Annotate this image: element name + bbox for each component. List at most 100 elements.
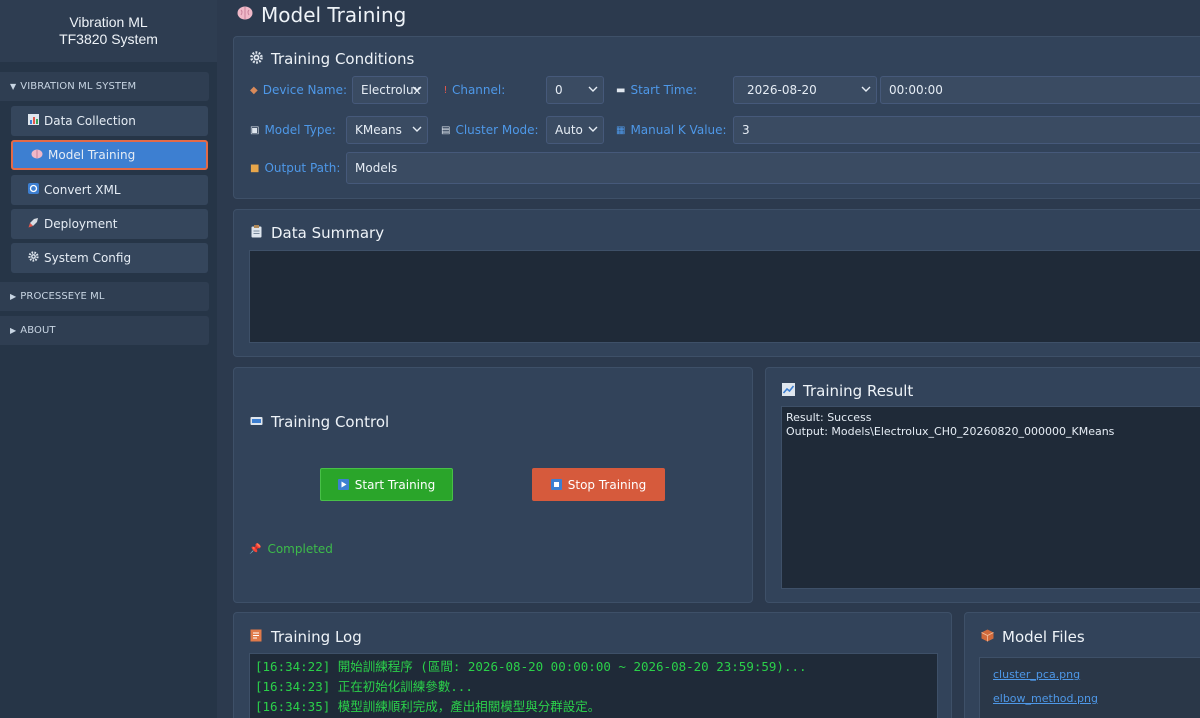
folder-icon: ■ (250, 162, 260, 174)
caret-right-icon: ▶ (10, 292, 17, 301)
package-icon (980, 629, 994, 645)
sidebar-group-processeye-ml[interactable]: ▶ PROCESSEYE ML (0, 282, 209, 311)
main-content: Model Training Training Conditions ◆ Dev… (217, 0, 1200, 718)
data-summary-panel: Data Summary (233, 209, 1200, 357)
sidebar-item-label: Convert XML (44, 183, 121, 197)
panel-title-text: Training Log (271, 628, 362, 646)
pin-icon: ǃ (444, 84, 447, 96)
pushpin-icon: 📌 (249, 543, 262, 555)
sidebar-item-label: Model Training (48, 148, 136, 162)
panel-title-training-conditions: Training Conditions (249, 50, 414, 68)
panel-title-training-control: Training Control (249, 413, 389, 431)
stop-icon (550, 479, 562, 490)
panel-title-text: Training Result (803, 382, 914, 400)
select-value: KMeans (355, 123, 402, 137)
numbers-icon: ▦ (616, 124, 626, 136)
button-label: Start Training (354, 477, 436, 492)
model-files-list: cluster_pca.png elbow_method.png (979, 657, 1200, 718)
training-conditions-panel: Training Conditions ◆ Device Name: Elect… (233, 36, 1200, 199)
cluster-mode-label: ▤ Cluster Mode: (441, 116, 539, 144)
chevron-down-icon (588, 126, 598, 132)
keyboard-icon (249, 415, 263, 429)
tag-icon: ◆ (250, 84, 258, 96)
date-value: 2026-08-20 (747, 83, 817, 97)
model-file-link[interactable]: elbow_method.png (993, 687, 1195, 711)
panel-title-text: Data Summary (271, 224, 385, 242)
device-name-label: ◆ Device Name: (250, 76, 347, 104)
caret-down-icon: ▼ (10, 82, 17, 91)
chevron-down-icon (412, 86, 422, 92)
chevron-down-icon (588, 86, 598, 92)
training-control-panel: Training Control Start Training Stop Tra… (233, 367, 753, 603)
chevron-down-icon (412, 126, 422, 132)
app-title-line1: Vibration ML (69, 14, 148, 30)
start-training-button[interactable]: Start Training (320, 468, 453, 501)
sidebar-group-vibration-ml-system[interactable]: ▼ VIBRATION ML SYSTEM (0, 72, 209, 101)
panel-title-model-files: Model Files (980, 628, 1085, 646)
channel-select[interactable]: 0 (546, 76, 604, 104)
status-text: Completed (267, 542, 333, 556)
panel-title-training-result: Training Result (781, 382, 913, 400)
select-value: Auto (555, 123, 583, 137)
sidebar-group-label: PROCESSEYE ML (20, 291, 105, 302)
data-summary-area (249, 250, 1200, 343)
label-text: Channel: (451, 83, 506, 97)
log-line: [16:34:23] 正在初始化訓練參數... (255, 679, 473, 694)
calendar-icon: ▬ (616, 84, 626, 96)
sidebar-item-model-training[interactable]: Model Training (11, 140, 208, 170)
training-result-output: Result: Success Output: Models\Electrolu… (781, 406, 1200, 589)
select-value: 0 (555, 83, 563, 97)
chart-icon (27, 114, 39, 128)
model-files-panel: Model Files cluster_pca.png elbow_method… (964, 612, 1200, 718)
training-result-panel: Training Result Result: Success Output: … (765, 367, 1200, 603)
brain-icon (237, 6, 253, 24)
output-path-input[interactable]: Models (346, 152, 1200, 184)
log-line: [16:34:35] 模型訓練順利完成，產出相關模型與分群設定。 (255, 699, 601, 714)
log-icon (249, 629, 263, 645)
rocket-icon (27, 217, 39, 231)
clipboard-icon (249, 225, 263, 241)
model-type-label: ▣ Model Type: (250, 116, 336, 144)
panel-title-data-summary: Data Summary (249, 224, 384, 242)
sidebar-group-label: VIBRATION ML SYSTEM (20, 81, 137, 92)
device-name-select[interactable]: Electrolux (352, 76, 428, 104)
app-title-line2: TF3820 System (59, 31, 158, 47)
output-path-label: ■ Output Path: (250, 154, 340, 182)
sidebar-item-label: Deployment (44, 217, 118, 231)
start-date-picker[interactable]: 2026-08-20 (733, 76, 877, 104)
sidebar-item-label: Data Collection (44, 114, 136, 128)
sidebar-item-convert-xml[interactable]: Convert XML (11, 175, 208, 205)
start-time-input[interactable]: 00:00:00 (880, 76, 1200, 104)
model-file-link[interactable]: cluster_pca.png (993, 663, 1195, 687)
manual-k-label: ▦ Manual K Value: (616, 116, 727, 144)
gear-icon (249, 51, 263, 67)
stop-training-button[interactable]: Stop Training (532, 468, 665, 501)
model-icon: ▣ (250, 124, 260, 136)
panel-title-text: Training Conditions (271, 50, 415, 68)
page-title-text: Model Training (261, 3, 407, 27)
input-value: Models (355, 161, 398, 175)
label-text: Output Path: (264, 161, 341, 175)
caret-right-icon: ▶ (10, 326, 17, 335)
button-label: Stop Training (567, 477, 647, 492)
gear-icon (27, 251, 39, 265)
sidebar-item-data-collection[interactable]: Data Collection (11, 106, 208, 136)
label-text: Cluster Mode: (455, 123, 539, 137)
log-line: [16:34:22] 開始訓練程序 (區間: 2026-08-20 00:00:… (255, 659, 807, 674)
model-type-select[interactable]: KMeans (346, 116, 428, 144)
sidebar: Vibration ML TF3820 System ▼ VIBRATION M… (0, 0, 217, 718)
label-text: Start Time: (630, 83, 697, 97)
sidebar-group-about[interactable]: ▶ ABOUT (0, 316, 209, 345)
label-text: Model Type: (264, 123, 336, 137)
result-line: Result: Success (786, 411, 872, 424)
manual-k-input[interactable]: 3 (733, 116, 1200, 144)
label-text: Device Name: (262, 83, 348, 97)
result-line: Output: Models\Electrolux_CH0_20260820_0… (786, 425, 1115, 438)
cluster-mode-select[interactable]: Auto (546, 116, 604, 144)
app-title: Vibration ML TF3820 System (0, 0, 217, 62)
sidebar-item-deployment[interactable]: Deployment (11, 209, 208, 239)
sidebar-item-label: System Config (44, 251, 132, 265)
time-value: 00:00:00 (889, 83, 943, 97)
convert-icon (27, 183, 39, 197)
sidebar-item-system-config[interactable]: System Config (11, 243, 208, 273)
